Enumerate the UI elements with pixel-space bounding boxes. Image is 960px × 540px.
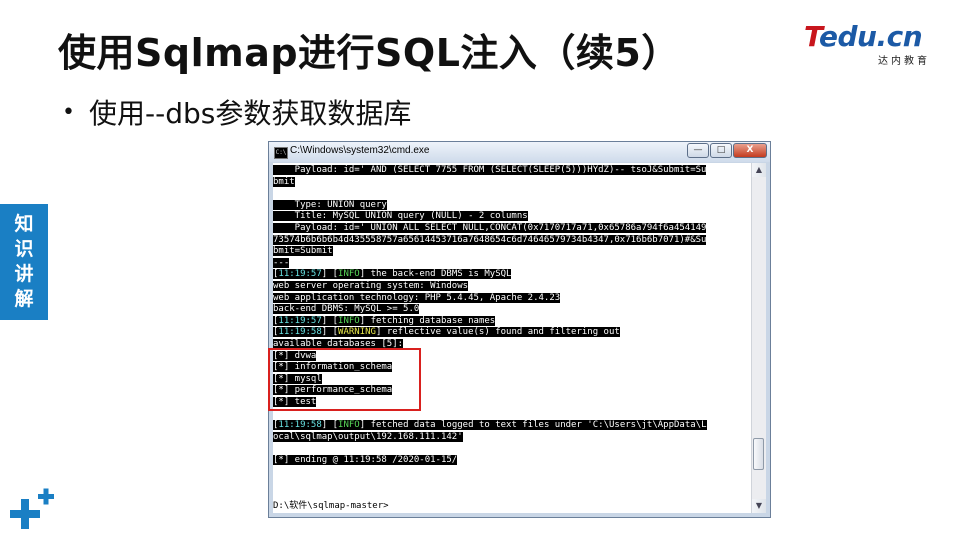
plus-decoration-icon <box>10 488 54 529</box>
logo-letter-t: T <box>804 20 820 53</box>
console-output[interactable]: Payload: id=' AND (SELECT 7755 FROM (SEL… <box>273 163 752 513</box>
logo-tagline: 达内教育 <box>878 56 930 67</box>
console-line: Type: UNION query <box>273 199 752 212</box>
console-text: back-end DBMS: MySQL >= 5.0 <box>273 304 420 315</box>
console-text: 11:19:58 <box>278 327 322 338</box>
minimize-icon[interactable]: — <box>687 143 709 158</box>
console-text: ] [ <box>321 315 339 326</box>
cmd-window[interactable]: C:\ C:\Windows\system32\cmd.exe — □ X Pa… <box>268 141 771 518</box>
console-line: back-end DBMS: MySQL >= 5.0 <box>273 304 752 316</box>
console-text: [*] ending @ 11:19:58 /2020-01-15/ <box>273 454 458 465</box>
console-text: INFO <box>338 315 360 326</box>
console-text: web server operating system: Windows <box>273 280 469 291</box>
tedu-logo: Tedu.cn 达内教育 <box>804 20 936 67</box>
maximize-icon[interactable]: □ <box>710 143 732 158</box>
side-tab-char: 解 <box>14 288 34 310</box>
scroll-up-arrow-icon[interactable]: ▲ <box>752 163 766 177</box>
console-text: ocal\sqlmap\output\192.168.111.142' <box>273 431 463 442</box>
console-text: D:\软件\sqlmap-master> <box>273 501 389 512</box>
console-line: Title: MySQL UNION query (NULL) - 2 colu… <box>273 211 752 223</box>
console-line: --- <box>273 257 752 270</box>
console-text: ] fetching database names <box>359 315 496 326</box>
scroll-thumb[interactable] <box>753 438 764 470</box>
side-tab-char: 知 <box>14 213 34 235</box>
console-line: bmit <box>273 176 752 189</box>
console-line: web application technology: PHP 5.4.45, … <box>273 292 752 305</box>
cmd-titlebar[interactable]: C:\ C:\Windows\system32\cmd.exe — □ X <box>269 142 770 162</box>
bullet-dot: • <box>62 99 75 125</box>
cmd-icon: C:\ <box>274 147 288 159</box>
console-line: D:\软件\sqlmap-master> <box>273 501 752 513</box>
console-text: Title: MySQL UNION query (NULL) - 2 colu… <box>273 211 528 222</box>
scroll-down-arrow-icon[interactable]: ▼ <box>752 499 766 513</box>
console-text: ] [ <box>321 269 339 280</box>
console-text: Payload: id=' UNION ALL SELECT NULL,CONC… <box>273 222 707 233</box>
bullet-text: 使用--dbs参数获取数据库 <box>88 97 412 130</box>
console-text: ] [ <box>321 327 339 338</box>
console-text: INFO <box>338 420 360 431</box>
close-icon[interactable]: X <box>733 143 767 158</box>
side-tab-char: 讲 <box>14 263 34 285</box>
side-tab-char: 识 <box>14 238 34 260</box>
console-line: 73574b6b6b6b4d435558757a65614453716a7648… <box>273 234 752 247</box>
console-text: WARNING <box>338 327 376 338</box>
console-line: [11:19:57] [INFO] fetching database name… <box>273 315 752 328</box>
console-text: ] the back-end DBMS is MySQL <box>359 269 512 280</box>
console-text: 11:19:57 <box>278 269 322 280</box>
console-text: 11:19:58 <box>278 420 322 431</box>
console-text: ] reflective value(s) found and filterin… <box>375 327 620 338</box>
console-text: ] fetched data logged to text files unde… <box>359 420 707 431</box>
slide-title: 使用Sqlmap进行SQL注入（续5） <box>58 31 680 75</box>
console-text: 11:19:57 <box>278 315 322 326</box>
console-text: ] [ <box>321 420 339 431</box>
console-text: Payload: id=' AND (SELECT 7755 FROM (SEL… <box>273 165 707 175</box>
window-title: C:\Windows\system32\cmd.exe <box>290 145 430 156</box>
console-line: [11:19:58] [WARNING] reflective value(s)… <box>273 327 752 339</box>
console-text: INFO <box>338 269 360 280</box>
console-line: Payload: id=' AND (SELECT 7755 FROM (SEL… <box>273 165 752 177</box>
console-text: bmit <box>273 176 295 187</box>
side-tab-knowledge: 知 识 讲 解 <box>0 204 48 320</box>
console-text: 73574b6b6b6b4d435558757a65614453716a7648… <box>273 234 707 245</box>
console-line: bmit=Submit <box>273 246 752 258</box>
console-text: --- <box>273 257 290 268</box>
console-line: Payload: id=' UNION ALL SELECT NULL,CONC… <box>273 222 752 235</box>
console-line: ocal\sqlmap\output\192.168.111.142' <box>273 431 752 444</box>
logo-brand-rest: edu.cn <box>819 20 923 53</box>
bullet-point: • 使用--dbs参数获取数据库 <box>62 92 411 132</box>
console-text: web application technology: PHP 5.4.45, … <box>273 292 561 303</box>
console-line: [11:19:58] [INFO] fetched data logged to… <box>273 420 752 432</box>
vertical-scrollbar[interactable]: ▲ ▼ <box>751 163 766 513</box>
databases-highlight-box <box>268 348 421 411</box>
console-line: web server operating system: Windows <box>273 280 752 293</box>
console-text: bmit=Submit <box>273 246 333 257</box>
console-lines: Payload: id=' AND (SELECT 7755 FROM (SEL… <box>273 163 752 513</box>
console-text: Type: UNION query <box>273 199 387 210</box>
console-line: [11:19:57] [INFO] the back-end DBMS is M… <box>273 269 752 281</box>
logo-wordmark: Tedu.cn <box>804 20 923 54</box>
console-line: [*] ending @ 11:19:58 /2020-01-15/ <box>273 454 752 467</box>
